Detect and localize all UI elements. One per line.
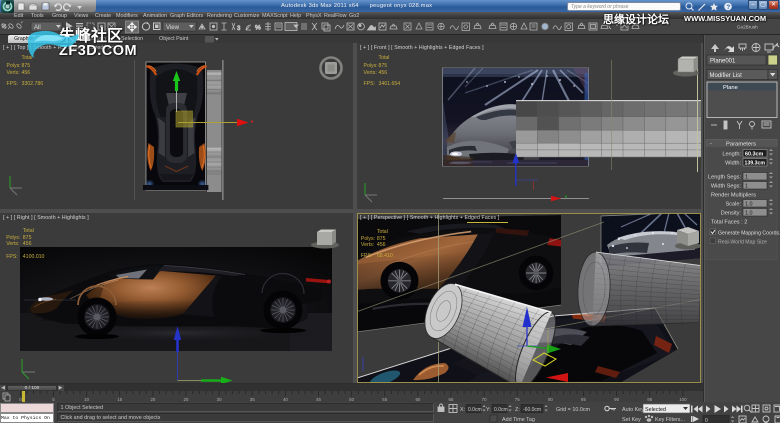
svg-text:1: 1 <box>745 175 748 181</box>
svg-text:60.3cm: 60.3cm <box>745 152 763 158</box>
svg-text:Total Faces : 2: Total Faces : 2 <box>711 220 747 226</box>
svg-text:View: View <box>166 25 180 31</box>
svg-text:Z:: Z: <box>515 407 520 413</box>
svg-text:%: % <box>255 25 261 32</box>
svg-text:0: 0 <box>705 418 708 423</box>
svg-text:Grid = 10.0cm: Grid = 10.0cm <box>556 407 591 413</box>
svg-text:Go2Brush: Go2Brush <box>737 25 758 30</box>
svg-text:0.0cm: 0.0cm <box>468 407 482 413</box>
svg-text:Add Time Tag: Add Time Tag <box>502 417 535 423</box>
svg-text:X:: X: <box>460 407 465 413</box>
svg-text:Generate Mapping Coords.: Generate Mapping Coords. <box>718 231 780 237</box>
svg-text:139.3cm: 139.3cm <box>745 161 766 167</box>
svg-text:-: - <box>710 141 712 147</box>
svg-text:Plane001: Plane001 <box>710 59 736 65</box>
svg-text:Auto Key: Auto Key <box>622 407 644 413</box>
svg-text:0.0cm: 0.0cm <box>494 407 508 413</box>
svg-text:Set Key: Set Key <box>622 417 641 423</box>
svg-text:Selected: Selected <box>645 407 666 413</box>
svg-text:Width Segs:: Width Segs: <box>711 184 742 190</box>
svg-text:Length:: Length: <box>722 152 741 158</box>
svg-text:Y:: Y: <box>486 407 491 413</box>
svg-text:Width:: Width: <box>725 161 741 167</box>
svg-text:Scale:: Scale: <box>725 202 741 208</box>
svg-text:Modifier List: Modifier List <box>710 73 743 79</box>
svg-text:Real-World Map Size: Real-World Map Size <box>718 240 767 246</box>
svg-text:Render Multipliers: Render Multipliers <box>711 193 756 199</box>
svg-text:?: ? <box>726 4 730 11</box>
svg-text:Length Segs:: Length Segs: <box>708 175 741 181</box>
svg-text:Plane: Plane <box>723 85 738 91</box>
svg-text:3: 3 <box>237 26 241 32</box>
svg-text:-60.0cm: -60.0cm <box>523 407 541 413</box>
svg-text:Density:: Density: <box>721 211 742 217</box>
svg-text:1: 1 <box>745 184 748 190</box>
svg-text:1.0: 1.0 <box>745 202 753 208</box>
svg-text:1.0: 1.0 <box>745 211 753 217</box>
svg-text:Key Filters...: Key Filters... <box>655 417 685 423</box>
